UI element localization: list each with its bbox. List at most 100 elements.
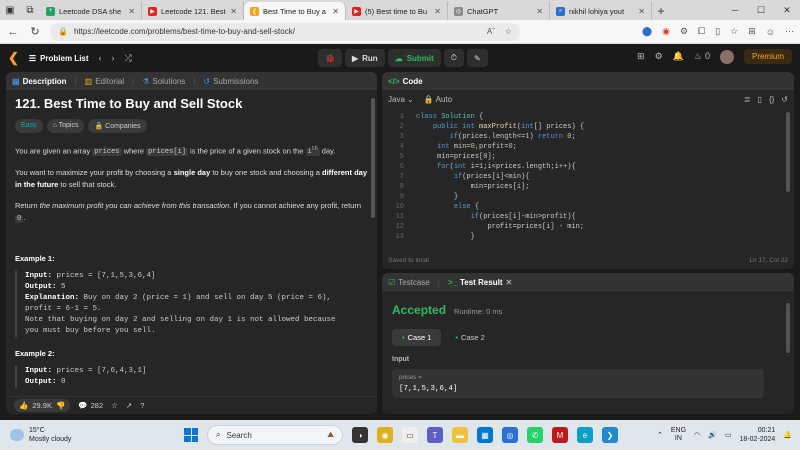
read-aloud-icon[interactable]: Aˆ (487, 27, 495, 36)
url-field[interactable]: 🔒 https://leetcode.com/problems/best-tim… (50, 22, 520, 41)
chevron-up-icon[interactable]: ⌃ (657, 431, 663, 439)
browser-tab[interactable]: ❮ Best Time to Buy a ✕ (244, 2, 346, 20)
tab-favicon-icon: ▶ (148, 6, 157, 16)
close-tab-icon[interactable]: ✕ (536, 7, 543, 16)
new-tab-button[interactable]: + (652, 2, 670, 20)
layout-icon[interactable]: ⊞ (637, 51, 645, 62)
tab-solutions[interactable]: ⚗ Solutions (142, 77, 185, 86)
close-tab-icon[interactable]: ✕ (332, 7, 339, 16)
bookmark-icon[interactable]: ▯ (758, 95, 762, 104)
code-tab[interactable]: </> Code (388, 77, 423, 86)
comments-button[interactable]: 💬 282 (78, 401, 103, 410)
close-tab-icon[interactable]: ✕ (230, 7, 237, 16)
favorite-star-icon[interactable]: ☆ (505, 27, 512, 36)
notifications-icon[interactable]: 🔔 (673, 51, 684, 62)
reload-icon[interactable]: ↻ (28, 25, 42, 38)
case-2-tab[interactable]: • Case 2 (445, 329, 494, 346)
taskbar-search[interactable]: ⌕ Search ⛰ (207, 425, 343, 445)
extension-icon-1[interactable]: ⬤ (642, 26, 652, 37)
topics-tag[interactable]: ⌂ Topics (46, 119, 85, 133)
editor-scrollbar[interactable] (786, 112, 790, 192)
share-icon[interactable]: ↗ (126, 401, 132, 410)
file-explorer-icon[interactable]: ▬ (452, 427, 468, 443)
tab-testcase[interactable]: ☑ Testcase (388, 278, 430, 287)
browser-tab[interactable]: ▶ (5) Best time to Bu ✕ (346, 2, 448, 20)
tab-test-result[interactable]: >_ Test Result ✕ (448, 278, 512, 287)
vscode-icon[interactable]: ❯ (602, 427, 618, 443)
thumbs-down-icon[interactable]: 👎 (56, 401, 65, 410)
close-tab-icon[interactable]: ✕ (128, 7, 135, 16)
app-icon-1[interactable]: ◎ (502, 427, 518, 443)
braces-icon[interactable]: {} (769, 95, 774, 104)
close-tab-icon[interactable]: ✕ (434, 7, 441, 16)
language-indicator[interactable]: ENG IN (671, 427, 686, 443)
maximize-icon[interactable]: ☐ (748, 0, 774, 20)
mcafee-icon[interactable]: M (552, 427, 568, 443)
help-icon[interactable]: ? (140, 401, 144, 410)
browser-tab[interactable]: ◎ ChatGPT ✕ (448, 2, 550, 20)
code-editor[interactable]: 1 class Solution {2 public int maxProfit(… (382, 108, 794, 248)
window-menu-icon[interactable]: ▣ (0, 0, 20, 20)
run-button[interactable]: ▶ Run (344, 49, 385, 67)
chrome-icon[interactable]: ◉ (377, 427, 393, 443)
favorites-icon[interactable]: ☆ (730, 26, 738, 37)
timer-icon[interactable]: ⏱ (443, 49, 465, 67)
battery-icon[interactable]: ▭ (725, 431, 732, 439)
submit-button[interactable]: ☁ Submit (387, 49, 441, 67)
task-view-icon[interactable]: ▭ (402, 427, 418, 443)
weather-widget[interactable]: 15°C Mostly cloudy (0, 426, 170, 444)
edge-icon[interactable]: e (577, 427, 593, 443)
streak-counter[interactable]: ♨ 0 (694, 51, 710, 62)
tab-editorial[interactable]: ▥ Editorial (85, 77, 124, 86)
browser-tab[interactable]: ⌕ nikhil lohiya yout ✕ (550, 2, 652, 20)
prev-problem-icon[interactable]: ‹ (99, 53, 102, 63)
auto-mode[interactable]: 🔒 Auto (424, 95, 452, 104)
back-icon[interactable]: ← (6, 26, 20, 38)
extension-icon-3[interactable]: ⚙ (680, 26, 688, 37)
volume-icon[interactable]: 🔊 (708, 431, 717, 439)
case-1-tab[interactable]: • Case 1 (392, 329, 442, 346)
settings-icon[interactable]: ⚙ (655, 51, 663, 62)
language-select[interactable]: Java ⌄ (388, 95, 414, 104)
companies-tag[interactable]: 🔒 Companies (88, 119, 147, 133)
minimize-icon[interactable]: ─ (722, 0, 748, 20)
collections-icon[interactable]: ⊞ (748, 26, 756, 37)
tab-description[interactable]: ▤ Description (12, 77, 67, 86)
debug-button[interactable]: 🐞 (318, 49, 342, 67)
store-icon[interactable]: ▦ (477, 427, 493, 443)
extension-icon-2[interactable]: ◉ (662, 26, 670, 37)
notification-center-icon[interactable]: 🔔 (783, 431, 792, 439)
tab-submissions[interactable]: ↺ Submissions (203, 77, 258, 86)
notes-icon[interactable]: ✎ (467, 49, 488, 67)
premium-button[interactable]: Premium (743, 49, 792, 64)
browser-tab[interactable]: ▶ Leetcode 121. Best ✕ (142, 2, 244, 20)
avatar[interactable] (719, 49, 734, 64)
split-screen-icon[interactable]: ▯ (715, 26, 720, 37)
result-scrollbar[interactable] (786, 303, 790, 353)
reset-icon[interactable]: ↺ (781, 95, 788, 104)
start-windows-icon[interactable] (184, 428, 198, 442)
wifi-icon[interactable]: ◠ (694, 431, 700, 439)
close-tab-icon[interactable]: ✕ (638, 7, 645, 16)
favorite-star-icon[interactable]: ☆ (111, 401, 118, 410)
notes-icon[interactable]: ≣ (744, 95, 751, 104)
code-token: min=prices[ (437, 153, 484, 161)
tab-actions-icon[interactable]: ⧉ (20, 0, 40, 20)
shuffle-icon[interactable]: ⤮ (125, 53, 132, 64)
next-problem-icon[interactable]: › (112, 53, 115, 63)
more-icon[interactable]: ⋯ (785, 26, 794, 37)
close-icon[interactable]: ✕ (505, 278, 512, 287)
browser-tab[interactable]: + Leetcode DSA she ✕ (40, 2, 142, 20)
like-button[interactable]: 👍 29.9K 👎 (14, 399, 71, 412)
widgets-icon[interactable]: ◑ (352, 427, 368, 443)
italic-text: the maximum profit you can achieve from … (39, 201, 230, 211)
leetcode-logo-icon[interactable]: ❮ (8, 50, 19, 66)
teams-icon[interactable]: T (427, 427, 443, 443)
whatsapp-icon[interactable]: ✆ (527, 427, 543, 443)
close-window-icon[interactable]: ✕ (774, 0, 800, 20)
extensions-icon[interactable]: ⧠ (698, 26, 705, 37)
scrollbar[interactable] (371, 98, 375, 218)
clock[interactable]: 00:21 18-02-2024 (739, 426, 775, 444)
profile-icon[interactable]: ☺ (766, 27, 775, 37)
problem-list-button[interactable]: ☰ Problem List (29, 54, 89, 63)
